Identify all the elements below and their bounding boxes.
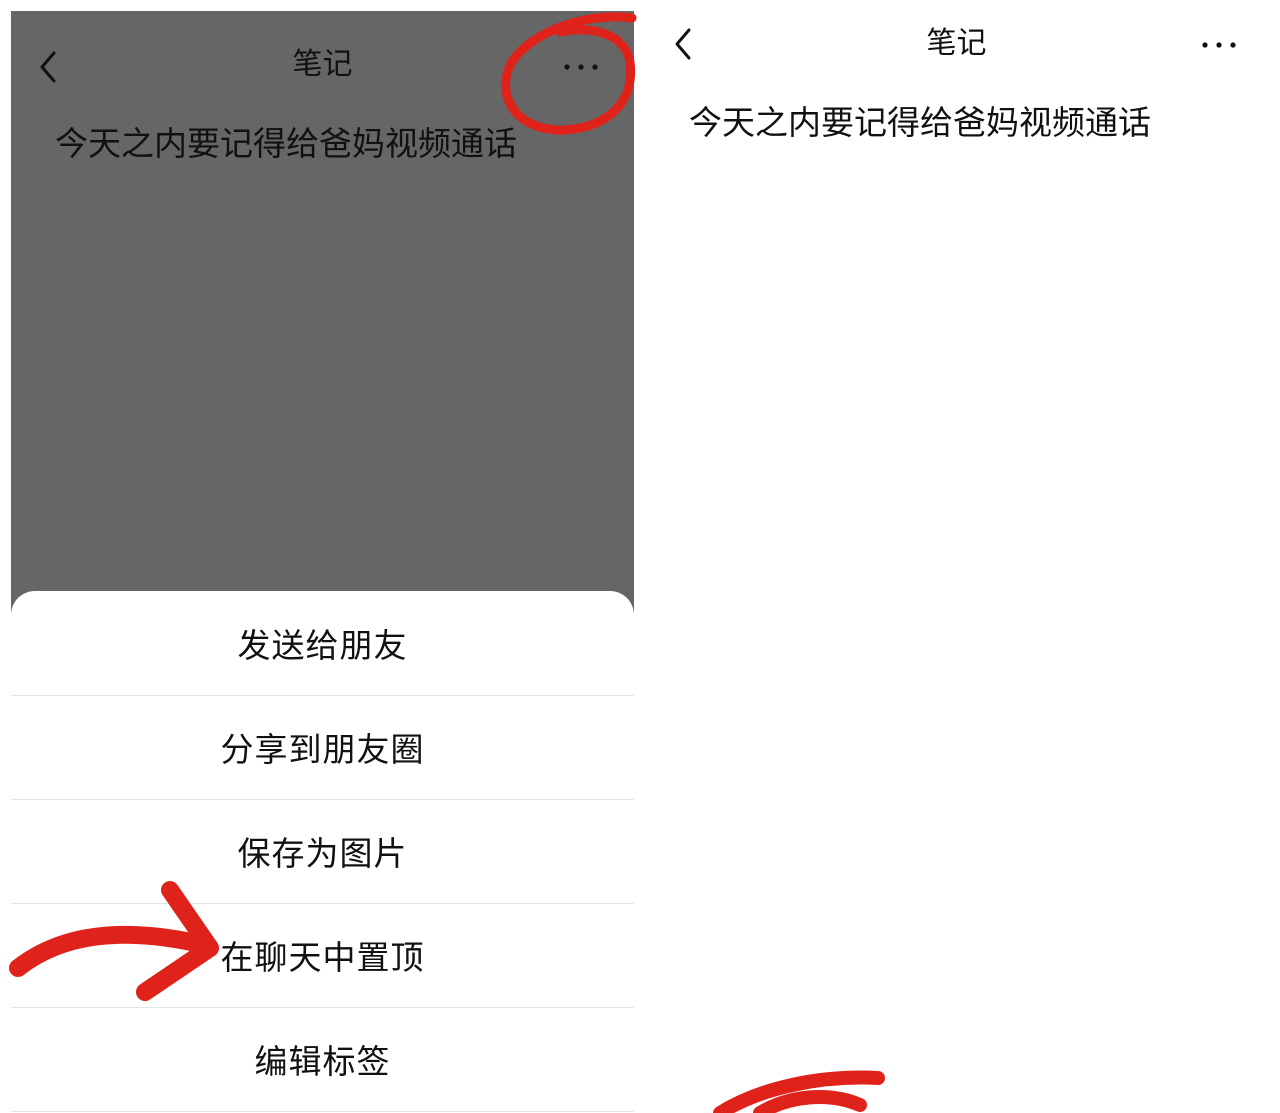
menu-item-share-to-moments[interactable]: 分享到朋友圈 xyxy=(11,695,634,800)
more-horizontal-icon xyxy=(564,64,598,70)
more-button[interactable] xyxy=(1197,35,1243,55)
more-horizontal-icon xyxy=(1202,42,1236,48)
menu-item-label: 分享到朋友圈 xyxy=(220,730,425,769)
note-content[interactable]: 今天之内要记得给爸妈视频通话 xyxy=(55,119,517,169)
page-title: 笔记 xyxy=(926,26,987,61)
left-screen: 笔记 今天之内要记得给爸妈视频通话 发送给朋友 分享到朋友圈 保存为图片 在聊天… xyxy=(11,11,634,1113)
menu-item-label: 编辑标签 xyxy=(254,1042,391,1081)
menu-item-edit-tags[interactable]: 编辑标签 xyxy=(11,1007,634,1112)
page-title: 笔记 xyxy=(292,47,353,82)
action-sheet: 发送给朋友 分享到朋友圈 保存为图片 在聊天中置顶 编辑标签 xyxy=(11,591,634,1113)
more-button[interactable] xyxy=(559,57,605,77)
menu-item-label: 在聊天中置顶 xyxy=(220,938,425,977)
menu-item-save-as-image[interactable]: 保存为图片 xyxy=(11,799,634,904)
menu-item-pin-in-chat[interactable]: 在聊天中置顶 xyxy=(11,903,634,1008)
nav-bar: 笔记 xyxy=(11,11,634,119)
menu-item-label: 发送给朋友 xyxy=(237,626,408,665)
menu-item-send-to-friend[interactable]: 发送给朋友 xyxy=(11,591,634,696)
note-content[interactable]: 今天之内要记得给爸妈视频通话 xyxy=(689,98,1151,148)
menu-item-label: 保存为图片 xyxy=(237,834,408,873)
right-screen: 笔记 今天之内要记得给爸妈视频通话 xyxy=(645,0,1280,1113)
